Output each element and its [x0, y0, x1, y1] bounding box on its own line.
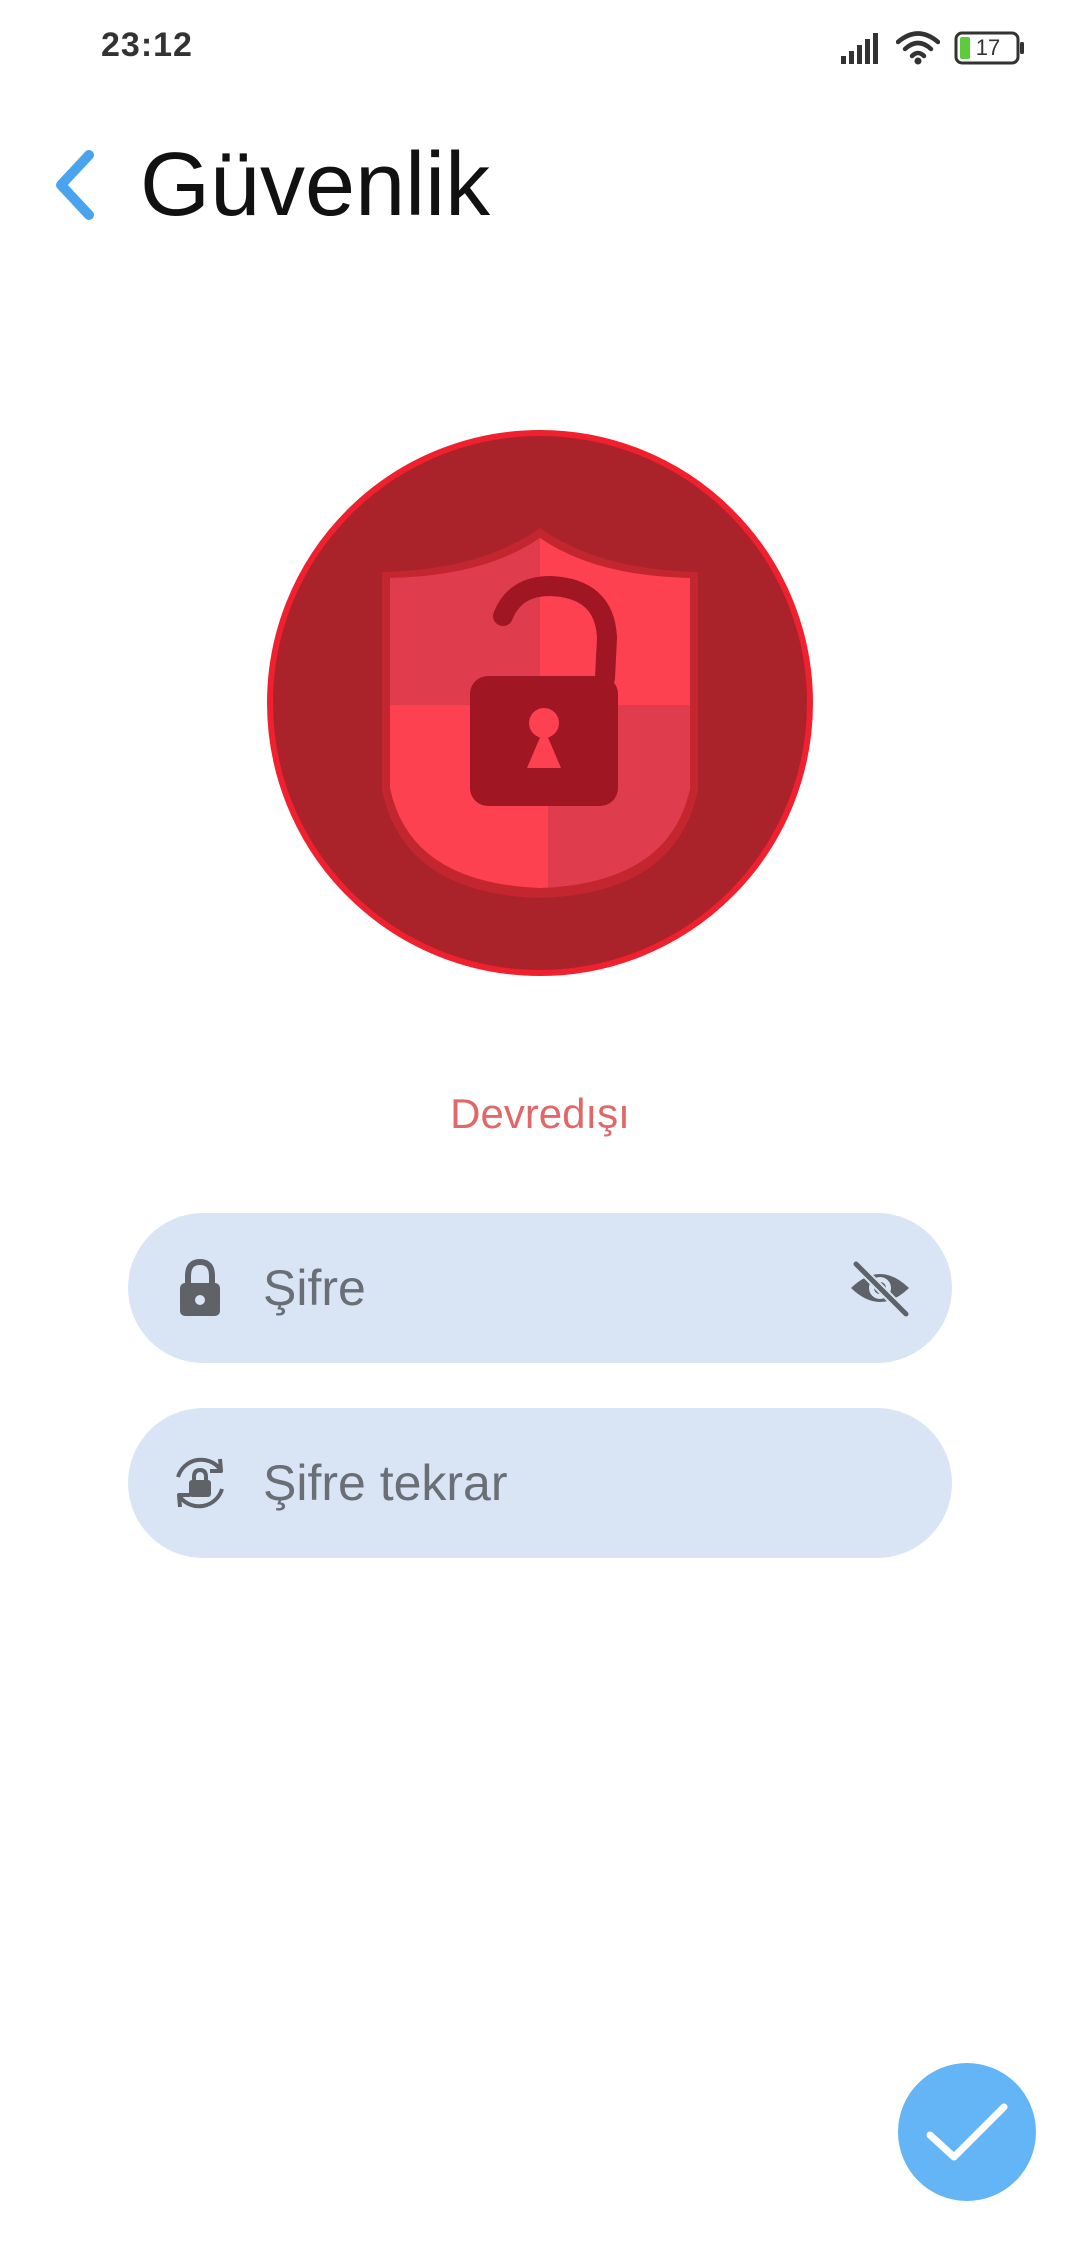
confirm-password-field[interactable] — [128, 1408, 952, 1558]
security-status-label: Devredışı — [450, 1090, 630, 1137]
page-title: Güvenlik — [140, 135, 491, 235]
shield-unlocked-padlock-icon — [267, 430, 813, 976]
lock-reset-icon — [176, 1457, 224, 1509]
wifi-icon — [896, 31, 940, 65]
status-time: 23:12 — [101, 26, 193, 64]
eye-off-icon[interactable] — [848, 1258, 912, 1318]
battery-level: 17 — [975, 35, 1001, 60]
password-field[interactable] — [128, 1213, 952, 1363]
confirm-password-input[interactable] — [263, 1408, 823, 1558]
app-header: Güvenlik — [0, 120, 1080, 250]
chevron-left-icon — [56, 150, 94, 220]
status-icons: 17 — [840, 28, 1026, 68]
confirm-fab-button[interactable] — [898, 2063, 1036, 2201]
battery-icon: 17 — [954, 31, 1026, 65]
back-button[interactable] — [30, 140, 120, 230]
checkmark-icon — [926, 2103, 1008, 2161]
signal-icon — [841, 33, 878, 64]
security-screen: 23:12 17 Güvenlik Devredışı — [0, 0, 1080, 2246]
status-bar: 23:12 17 — [0, 0, 1080, 96]
security-badge — [265, 428, 815, 978]
lock-icon — [180, 1258, 220, 1316]
password-input[interactable] — [263, 1213, 823, 1363]
